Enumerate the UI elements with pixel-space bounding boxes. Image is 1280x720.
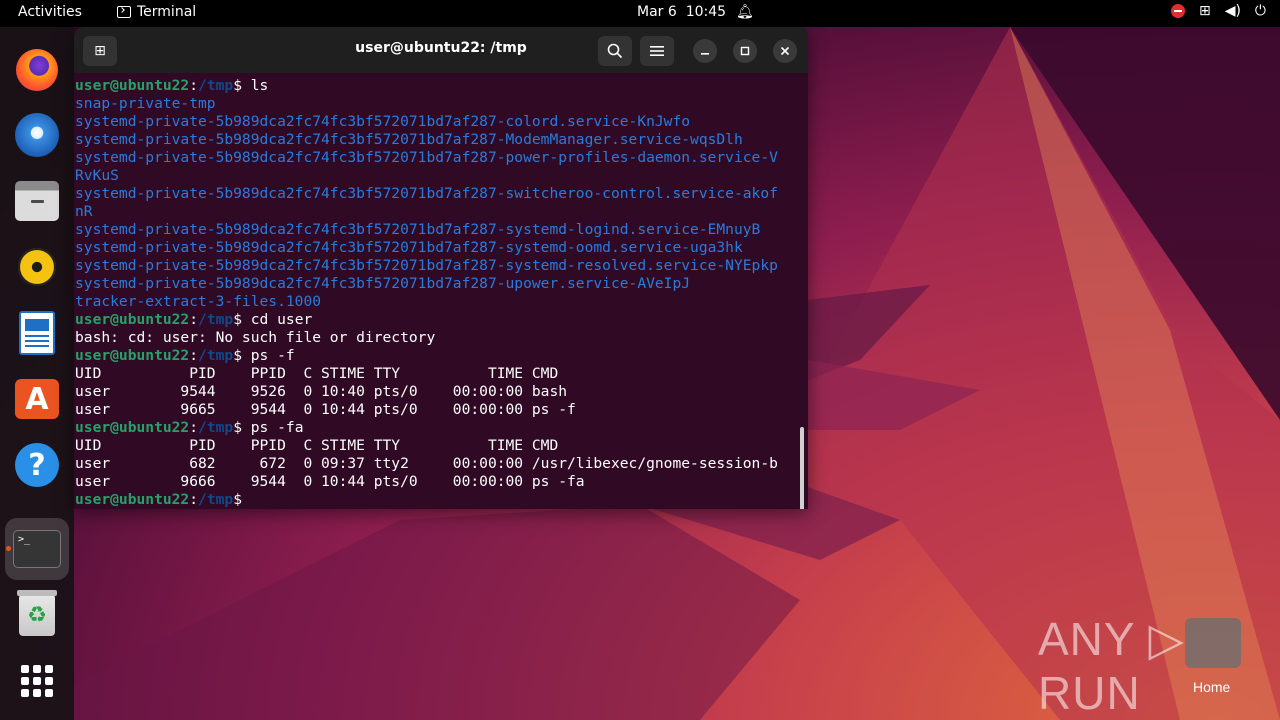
command-text: $ ps -fa	[233, 419, 304, 436]
output-line: user 9665 9544 0 10:44 pts/0 00:00:00 ps…	[75, 401, 576, 418]
output-line: bash: cd: user: No such file or director…	[75, 329, 436, 346]
prompt-separator: :	[189, 77, 199, 94]
clock[interactable]: Mar 6 10:45	[637, 4, 726, 20]
hamburger-icon	[650, 46, 664, 56]
system-tray[interactable]: ⊞ ◀︎) ⏻	[1170, 3, 1266, 19]
minimize-button[interactable]	[693, 39, 717, 63]
prompt-user: user@ubuntu22	[75, 347, 190, 364]
terminal-scrollbar[interactable]	[800, 427, 804, 509]
running-indicator	[6, 546, 11, 551]
maximize-button[interactable]	[733, 39, 757, 63]
close-icon	[780, 46, 790, 56]
minimize-icon	[701, 53, 709, 55]
prompt-user: user@ubuntu22	[75, 491, 190, 508]
activities-button[interactable]: Activities	[18, 4, 82, 20]
trash-icon: ♻	[17, 590, 57, 636]
search-button[interactable]	[598, 36, 632, 66]
output-line: user 9544 9526 0 10:40 pts/0 00:00:00 ba…	[75, 383, 568, 400]
prompt-line: user@ubuntu22:/tmp$ ps -fa	[75, 419, 808, 437]
prompt-user: user@ubuntu22	[75, 311, 190, 328]
anyrun-watermark: ANY ▷ RUN	[1038, 613, 1185, 719]
output-line: user 682 672 0 09:37 tty2 00:00:00 /usr/…	[75, 455, 778, 472]
clock-time: 10:45	[685, 4, 727, 20]
prompt-line: user@ubuntu22:/tmp$ ps -f	[75, 347, 808, 365]
command-text: $ ps -f	[233, 347, 295, 364]
dock-help[interactable]: ?	[11, 439, 63, 491]
directory-entry: nR	[75, 203, 93, 220]
volume-icon[interactable]: ◀︎)	[1225, 3, 1241, 19]
help-icon: ?	[15, 443, 59, 487]
dock: A ? >_ ♻	[0, 27, 74, 720]
maximize-icon	[740, 46, 750, 56]
command-text: $ cd user	[233, 311, 313, 328]
terminal-icon	[117, 6, 131, 18]
prompt-line: user@ubuntu22:/tmp$ cd user	[75, 311, 808, 329]
thunderbird-icon	[15, 113, 59, 157]
bell-icon[interactable]: 🔔︎	[736, 4, 754, 20]
output-line: UID PID PPID C STIME TTY TIME CMD	[75, 365, 559, 382]
prompt-line: user@ubuntu22:/tmp$ ls	[75, 77, 808, 95]
prompt-separator: :	[189, 419, 199, 436]
prompt-user: user@ubuntu22	[75, 77, 190, 94]
terminal-icon: >_	[13, 530, 61, 568]
app-menu[interactable]: Terminal	[117, 4, 196, 20]
menu-button[interactable]	[640, 36, 674, 66]
firefox-icon	[16, 49, 58, 91]
directory-entry: systemd-private-5b989dca2fc74fc3bf572071…	[75, 221, 761, 238]
prompt-separator: :	[189, 347, 199, 364]
prompt-separator: :	[189, 311, 199, 328]
rhythmbox-icon	[18, 248, 56, 286]
directory-entry: tracker-extract-3-files.1000	[75, 293, 322, 310]
dock-show-apps[interactable]	[11, 655, 63, 707]
prompt-separator: :	[189, 491, 199, 508]
dock-app-center[interactable]: A	[11, 373, 63, 425]
dock-firefox[interactable]	[11, 44, 63, 96]
close-button[interactable]	[773, 39, 797, 63]
directory-entry: systemd-private-5b989dca2fc74fc3bf572071…	[75, 149, 778, 166]
prompt-path: /tmp	[198, 347, 234, 364]
directory-entry: systemd-private-5b989dca2fc74fc3bf572071…	[75, 131, 743, 148]
power-icon[interactable]: ⏻	[1255, 3, 1266, 19]
dock-files[interactable]	[11, 175, 63, 227]
terminal-header[interactable]: ⊞ user@ubuntu22: /tmp	[74, 27, 808, 73]
output-line: user 9666 9544 0 10:44 pts/0 00:00:00 ps…	[75, 473, 585, 490]
home-folder-icon[interactable]	[1185, 618, 1241, 668]
directory-entry: systemd-private-5b989dca2fc74fc3bf572071…	[75, 257, 778, 274]
directory-entry: systemd-private-5b989dca2fc74fc3bf572071…	[75, 239, 743, 256]
home-folder-label[interactable]: Home	[1193, 679, 1230, 695]
directory-entry: systemd-private-5b989dca2fc74fc3bf572071…	[75, 113, 691, 130]
dock-rhythmbox[interactable]	[11, 241, 63, 293]
network-icon[interactable]: ⊞	[1199, 3, 1211, 19]
dock-trash[interactable]: ♻	[11, 589, 63, 641]
command-text: $	[233, 491, 242, 508]
terminal-output[interactable]: user@ubuntu22:/tmp$ ls snap-private-tmp sy…	[74, 73, 808, 509]
directory-entry: snap-private-tmp	[75, 95, 216, 112]
do-not-disturb-icon[interactable]	[1170, 4, 1185, 18]
dock-thunderbird[interactable]	[11, 109, 63, 161]
search-icon	[607, 43, 623, 59]
directory-entry: systemd-private-5b989dca2fc74fc3bf572071…	[75, 185, 778, 202]
clock-date: Mar 6	[637, 4, 677, 20]
prompt-path: /tmp	[198, 77, 234, 94]
files-icon	[15, 181, 59, 221]
directory-entry: systemd-private-5b989dca2fc74fc3bf572071…	[75, 275, 691, 292]
prompt-path: /tmp	[198, 311, 234, 328]
directory-entry: RvKuS	[75, 167, 119, 184]
prompt-path: /tmp	[198, 419, 234, 436]
app-center-icon: A	[15, 379, 59, 419]
dock-terminal[interactable]: >_	[5, 518, 69, 580]
dock-writer[interactable]	[11, 307, 63, 359]
app-name: Terminal	[137, 4, 197, 20]
top-bar: Activities Terminal Mar 6 10:45 🔔︎ ⊞ ◀︎)…	[0, 0, 1280, 27]
prompt-line: user@ubuntu22:/tmp$	[75, 491, 808, 509]
prompt-path: /tmp	[198, 491, 234, 508]
app-grid-icon	[21, 665, 53, 697]
writer-icon	[19, 311, 55, 355]
terminal-window[interactable]: ⊞ user@ubuntu22: /tmp user@ubuntu22:/tmp…	[74, 27, 808, 509]
prompt-user: user@ubuntu22	[75, 419, 190, 436]
command-text: $ ls	[233, 77, 269, 94]
output-line: UID PID PPID C STIME TTY TIME CMD	[75, 437, 559, 454]
